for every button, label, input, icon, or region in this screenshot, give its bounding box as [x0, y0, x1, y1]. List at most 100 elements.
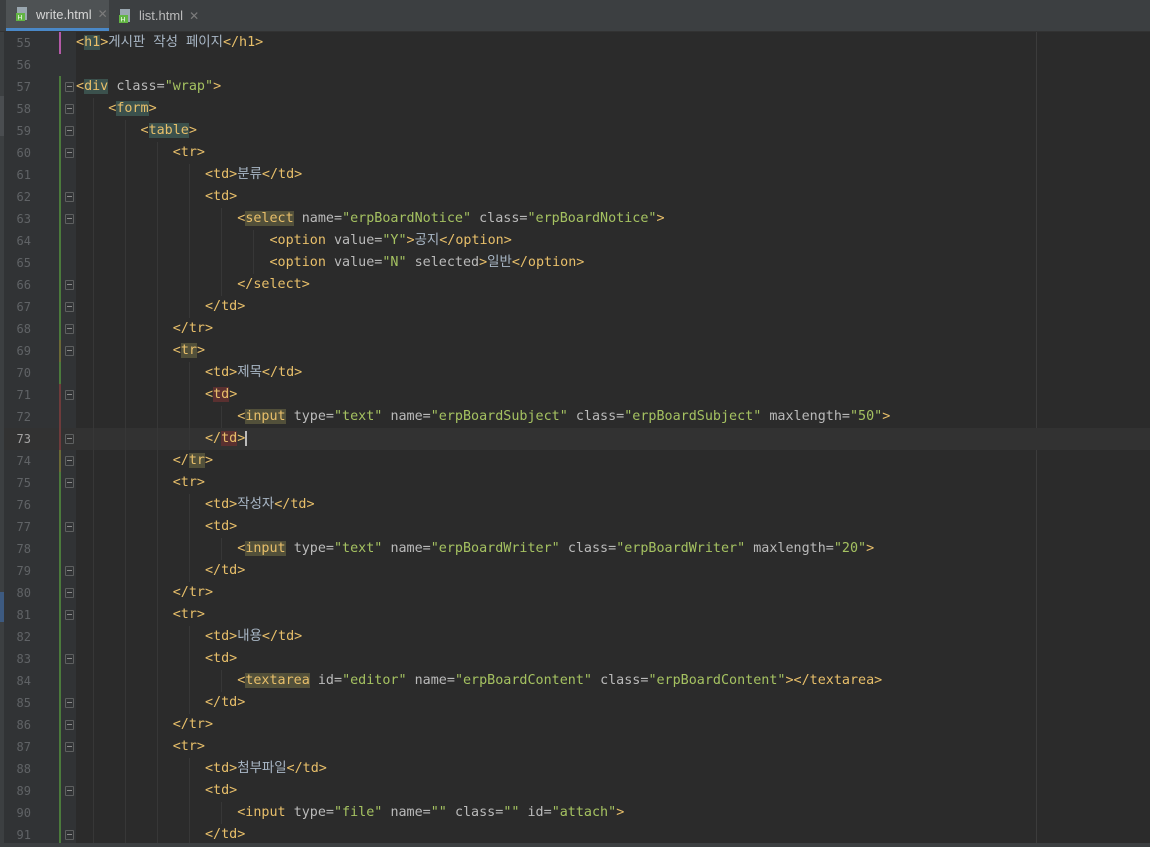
vcs-change-marker[interactable]	[59, 406, 61, 428]
code-editor[interactable]: 55 <h1>게시판 작성 페이지</h1> 56 57 <div class="wra…	[4, 32, 1150, 847]
code-line[interactable]: 87 <tr>	[4, 736, 1150, 758]
code-line[interactable]: 86 </tr>	[4, 714, 1150, 736]
code-line[interactable]: 67 </td>	[4, 296, 1150, 318]
tab-write-html[interactable]: H write.html ✕	[6, 0, 109, 31]
vcs-change-marker[interactable]	[59, 340, 61, 362]
code-line[interactable]: 85 </td>	[4, 692, 1150, 714]
fold-toggle-icon[interactable]	[65, 742, 74, 752]
vcs-change-marker[interactable]	[59, 186, 61, 208]
code-line[interactable]: 56	[4, 54, 1150, 76]
code-line[interactable]: 88 <td>첨부파일</td>	[4, 758, 1150, 780]
fold-toggle-icon[interactable]	[65, 390, 74, 400]
fold-toggle-icon[interactable]	[65, 324, 74, 334]
vcs-change-marker[interactable]	[59, 98, 61, 120]
vcs-change-marker[interactable]	[59, 714, 61, 736]
code-line[interactable]: 64 <option value="Y">공지</option>	[4, 230, 1150, 252]
vcs-change-marker[interactable]	[59, 670, 61, 692]
code-line[interactable]: 79 </td>	[4, 560, 1150, 582]
vcs-change-marker[interactable]	[59, 362, 61, 384]
code-line[interactable]: 76 <td>작성자</td>	[4, 494, 1150, 516]
code-line[interactable]: 78 <input type="text" name="erpBoardWrit…	[4, 538, 1150, 560]
vcs-change-marker[interactable]	[59, 450, 61, 472]
code-line[interactable]: 84 <textarea id="editor" name="erpBoardC…	[4, 670, 1150, 692]
code-line[interactable]: 72 <input type="text" name="erpBoardSubj…	[4, 406, 1150, 428]
vcs-change-marker[interactable]	[59, 318, 61, 340]
vcs-change-marker[interactable]	[59, 582, 61, 604]
vcs-change-marker[interactable]	[59, 538, 61, 560]
code-line[interactable]: 70 <td>제목</td>	[4, 362, 1150, 384]
fold-toggle-icon[interactable]	[65, 82, 74, 92]
code-line[interactable]: 62 <td>	[4, 186, 1150, 208]
code-line[interactable]: 68 </tr>	[4, 318, 1150, 340]
code-line[interactable]: 75 <tr>	[4, 472, 1150, 494]
code-line[interactable]: 59 <table>	[4, 120, 1150, 142]
code-line[interactable]: 57 <div class="wrap">	[4, 76, 1150, 98]
close-icon[interactable]: ✕	[189, 9, 199, 23]
vcs-change-marker[interactable]	[59, 758, 61, 780]
fold-toggle-icon[interactable]	[65, 456, 74, 466]
code-line[interactable]: 61 <td>분류</td>	[4, 164, 1150, 186]
fold-toggle-icon[interactable]	[65, 566, 74, 576]
vcs-change-marker[interactable]	[59, 780, 61, 802]
code-line[interactable]: 55 <h1>게시판 작성 페이지</h1>	[4, 32, 1150, 54]
code-line[interactable]: 82 <td>내용</td>	[4, 626, 1150, 648]
fold-toggle-icon[interactable]	[65, 522, 74, 532]
vcs-change-marker[interactable]	[59, 692, 61, 714]
code-line[interactable]: 89 <td>	[4, 780, 1150, 802]
fold-toggle-icon[interactable]	[65, 588, 74, 598]
code-line[interactable]: 83 <td>	[4, 648, 1150, 670]
tab-list-html[interactable]: H list.html ✕	[109, 0, 201, 31]
fold-toggle-icon[interactable]	[65, 610, 74, 620]
code-line[interactable]: 66 </select>	[4, 274, 1150, 296]
fold-toggle-icon[interactable]	[65, 148, 74, 158]
fold-toggle-icon[interactable]	[65, 126, 74, 136]
code-line[interactable]: 71 <td>	[4, 384, 1150, 406]
vcs-change-marker[interactable]	[59, 604, 61, 626]
close-icon[interactable]: ✕	[98, 7, 108, 21]
fold-toggle-icon[interactable]	[65, 346, 74, 356]
code-line[interactable]: 90 <input type="file" name="" class="" i…	[4, 802, 1150, 824]
code-line[interactable]: 69 <tr>	[4, 340, 1150, 362]
vcs-change-marker[interactable]	[59, 120, 61, 142]
code-line[interactable]: 65 <option value="N" selected>일반</option…	[4, 252, 1150, 274]
fold-toggle-icon[interactable]	[65, 654, 74, 664]
fold-toggle-icon[interactable]	[65, 280, 74, 290]
fold-toggle-icon[interactable]	[65, 302, 74, 312]
vcs-change-marker[interactable]	[59, 142, 61, 164]
vcs-change-marker[interactable]	[59, 560, 61, 582]
fold-toggle-icon[interactable]	[65, 214, 74, 224]
vcs-change-marker[interactable]	[59, 296, 61, 318]
fold-toggle-icon[interactable]	[65, 192, 74, 202]
fold-toggle-icon[interactable]	[65, 698, 74, 708]
vcs-change-marker[interactable]	[59, 494, 61, 516]
vcs-change-marker[interactable]	[59, 274, 61, 296]
code-line[interactable]: 63 <select name="erpBoardNotice" class="…	[4, 208, 1150, 230]
vcs-change-marker[interactable]	[59, 76, 61, 98]
vcs-change-marker[interactable]	[59, 384, 61, 406]
vcs-change-marker[interactable]	[59, 208, 61, 230]
fold-toggle-icon[interactable]	[65, 478, 74, 488]
vcs-change-marker[interactable]	[59, 230, 61, 252]
vcs-change-marker[interactable]	[59, 472, 61, 494]
code-line[interactable]: 58 <form>	[4, 98, 1150, 120]
code-line[interactable]: 81 <tr>	[4, 604, 1150, 626]
fold-toggle-icon[interactable]	[65, 104, 74, 114]
fold-toggle-icon[interactable]	[65, 720, 74, 730]
fold-toggle-icon[interactable]	[65, 786, 74, 796]
code-line[interactable]: 77 <td>	[4, 516, 1150, 538]
vcs-change-marker[interactable]	[59, 648, 61, 670]
vcs-change-marker[interactable]	[59, 32, 61, 54]
vcs-change-marker[interactable]	[59, 626, 61, 648]
code-line[interactable]: 60 <tr>	[4, 142, 1150, 164]
code-line[interactable]: 74 </tr>	[4, 450, 1150, 472]
vcs-change-marker[interactable]	[59, 252, 61, 274]
vcs-change-marker[interactable]	[59, 802, 61, 824]
code-line[interactable]: 73 </td>	[4, 428, 1150, 450]
vcs-change-marker[interactable]	[59, 428, 61, 450]
code-line[interactable]: 80 </tr>	[4, 582, 1150, 604]
vcs-change-marker[interactable]	[59, 736, 61, 758]
vcs-change-marker[interactable]	[59, 516, 61, 538]
fold-toggle-icon[interactable]	[65, 830, 74, 840]
fold-toggle-icon[interactable]	[65, 434, 74, 444]
vcs-change-marker[interactable]	[59, 164, 61, 186]
